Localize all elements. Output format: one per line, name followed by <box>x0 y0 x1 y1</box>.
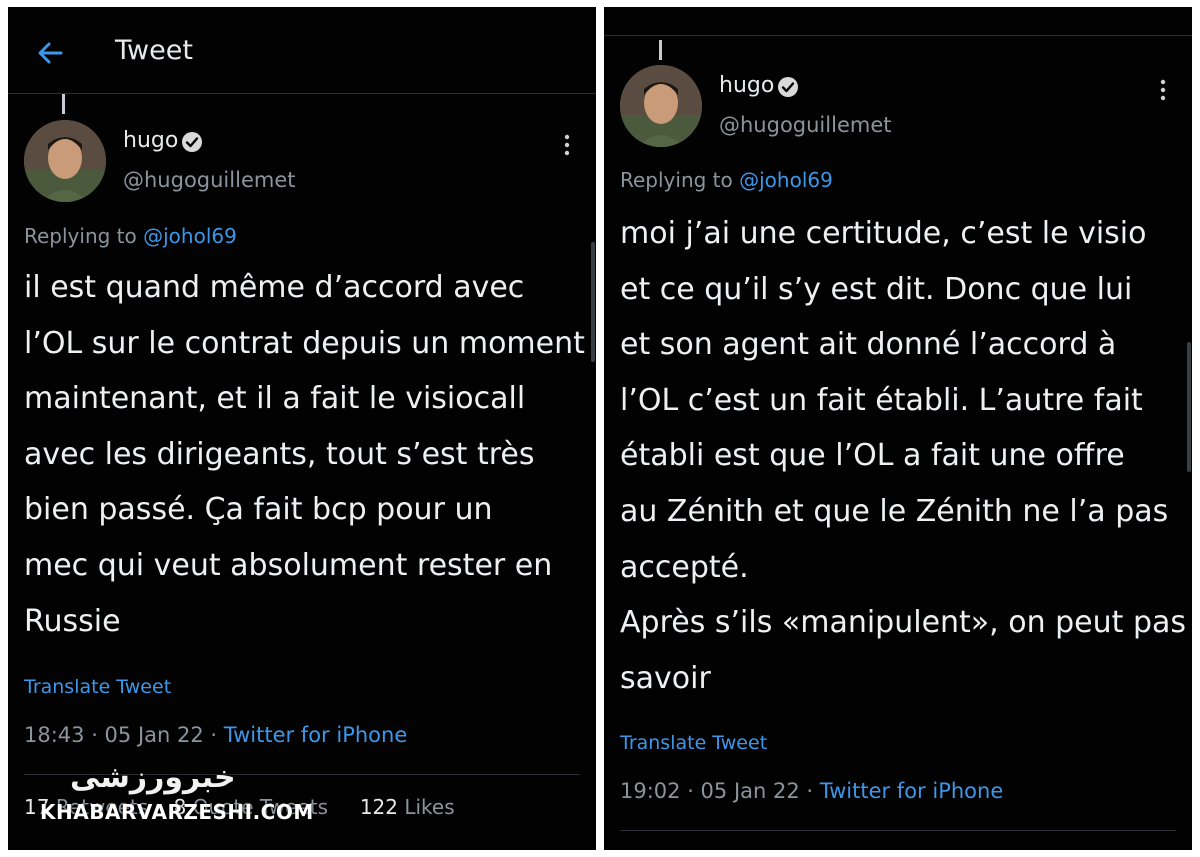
reply-mention-link[interactable]: @johol69 <box>739 168 833 192</box>
tweet-meta: 19:02 · 05 Jan 22 · Twitter for iPhone <box>620 779 1003 803</box>
tweet-timestamp[interactable]: 18:43 · 05 Jan 22 · <box>24 723 217 747</box>
scrollbar-thumb[interactable] <box>591 242 595 362</box>
vertical-ellipsis-icon[interactable] <box>564 134 570 156</box>
divider <box>604 35 1192 36</box>
replying-to: Replying to @johol69 <box>24 224 237 248</box>
tweet-text-line: établi est que l’OL a fait une offre <box>620 438 1125 474</box>
avatar[interactable] <box>620 65 702 147</box>
likes-label: Likes <box>404 795 455 819</box>
top-bar: Tweet <box>8 7 596 94</box>
tweet-text-line: et ce qu’il s’y est dit. Donc que lui <box>620 271 1133 307</box>
tweet-text-line: Russie <box>24 603 121 639</box>
tweet-text-line: moi j’ai une certitude, c’est le visio <box>620 216 1147 251</box>
tweet-text-line: savoir <box>620 660 711 696</box>
likes-stat[interactable]: 122 Likes <box>360 795 455 819</box>
reply-mention-link[interactable]: @johol69 <box>143 224 237 248</box>
tweet-source-link[interactable]: Twitter for iPhone <box>224 723 408 747</box>
user-handle[interactable]: @hugoguillemet <box>719 113 891 137</box>
tweet-text-line: et son agent ait donné l’accord à <box>620 327 1117 363</box>
replying-to: Replying to @johol69 <box>620 168 833 192</box>
tweet-text: il est quand même d’accord avec l’OL sur… <box>24 260 585 649</box>
vertical-ellipsis-icon[interactable] <box>1160 79 1166 101</box>
watermark-logo: خبرورزشی <box>70 760 236 795</box>
tweet-text-line: l’OL c’est un fait établi. L’autre fait <box>620 382 1143 418</box>
translate-tweet-link[interactable]: Translate Tweet <box>620 732 767 754</box>
tweet-panel-left: Tweet hugo @hugoguillemet Replying to @j… <box>8 7 596 850</box>
avatar-photo <box>24 120 106 202</box>
avatar-photo <box>620 65 702 147</box>
translate-tweet-link[interactable]: Translate Tweet <box>24 676 171 698</box>
tweet-text-line: avec les dirigeants, tout s’est très <box>24 436 535 472</box>
tweet-text-line: Après s’ils «manipulent», on peut pas <box>620 605 1187 641</box>
tweet-text-line: mec qui veut absolument rester en <box>24 547 553 583</box>
watermark: خبرورزشی KHABARVARZESHI.COM <box>40 760 313 830</box>
verified-badge-icon <box>182 132 202 152</box>
avatar[interactable] <box>24 120 106 202</box>
divider <box>620 830 1176 831</box>
verified-badge-icon <box>778 77 798 97</box>
tweet-text-line: au Zénith et que le Zénith ne l’a pas <box>620 493 1169 529</box>
page-title: Tweet <box>115 35 193 66</box>
tweet-meta: 18:43 · 05 Jan 22 · Twitter for iPhone <box>24 723 407 747</box>
user-name[interactable]: hugo <box>123 128 178 153</box>
tweet-text-line: l’OL sur le contrat depuis un moment <box>24 325 585 361</box>
user-handle[interactable]: @hugoguillemet <box>123 168 295 192</box>
likes-count: 122 <box>359 795 398 819</box>
tweet-timestamp[interactable]: 19:02 · 05 Jan 22 · <box>620 779 813 803</box>
replying-prefix: Replying to <box>620 168 733 192</box>
tweet-panel-right: hugo @hugoguillemet Replying to @johol69… <box>604 7 1192 850</box>
tweet-source-link[interactable]: Twitter for iPhone <box>820 779 1004 803</box>
tweet-text-line: maintenant, et il a fait le visiocall <box>24 381 526 417</box>
watermark-text: KHABARVARZESHI.COM <box>40 800 314 824</box>
tweet-text-line: accepté. <box>620 549 749 585</box>
tweet-text-line: il est quand même d’accord avec <box>24 270 525 305</box>
tweet-text-line: bien passé. Ça fait bcp pour un <box>24 492 493 528</box>
user-name[interactable]: hugo <box>719 73 774 98</box>
arrow-left-icon[interactable] <box>34 37 66 69</box>
thread-connector-line <box>659 40 662 60</box>
replying-prefix: Replying to <box>24 224 137 248</box>
scrollbar-thumb[interactable] <box>1187 342 1191 472</box>
tweet-text: moi j’ai une certitude, c’est le visio e… <box>620 206 1186 706</box>
thread-connector-line <box>62 94 65 114</box>
